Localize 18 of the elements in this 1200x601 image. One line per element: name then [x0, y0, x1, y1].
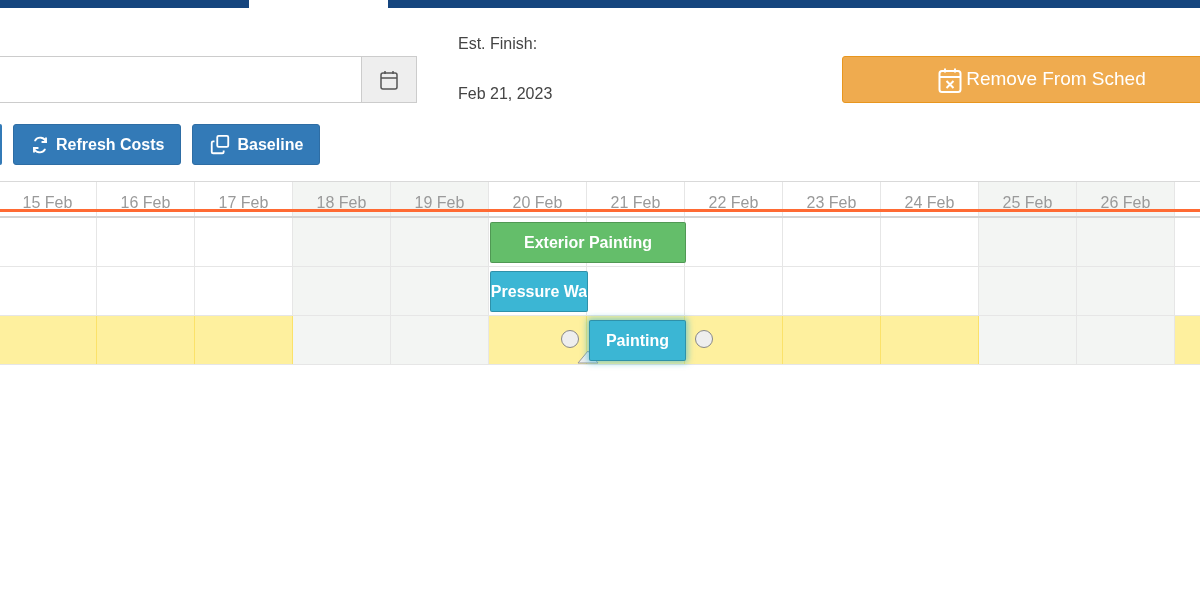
calendar-button[interactable]	[362, 56, 417, 103]
remove-from-schedule-button[interactable]: Remove From Sched	[842, 56, 1200, 103]
date-header: 19 Feb	[391, 182, 489, 216]
refresh-icon	[30, 135, 50, 154]
date-header: 25 Feb	[979, 182, 1077, 216]
task-bar[interactable]: Painting	[589, 320, 686, 361]
calendar-icon	[380, 69, 398, 90]
date-header: 18 Feb	[293, 182, 391, 216]
date-header: 26 Feb	[1077, 182, 1175, 216]
est-finish-label: Est. Finish:	[458, 34, 539, 54]
date-field[interactable]	[0, 56, 362, 103]
calendar-remove-icon	[938, 66, 963, 93]
task-bar[interactable]: Exterior Painting	[490, 222, 686, 263]
baseline-button[interactable]: Baseline	[192, 124, 321, 165]
refresh-costs-button[interactable]: Refresh Costs	[13, 124, 182, 165]
est-finish-value: Feb 21, 2023	[458, 84, 553, 104]
task-bar[interactable]: Pressure Wa	[490, 271, 588, 312]
copy-icon	[209, 133, 232, 156]
